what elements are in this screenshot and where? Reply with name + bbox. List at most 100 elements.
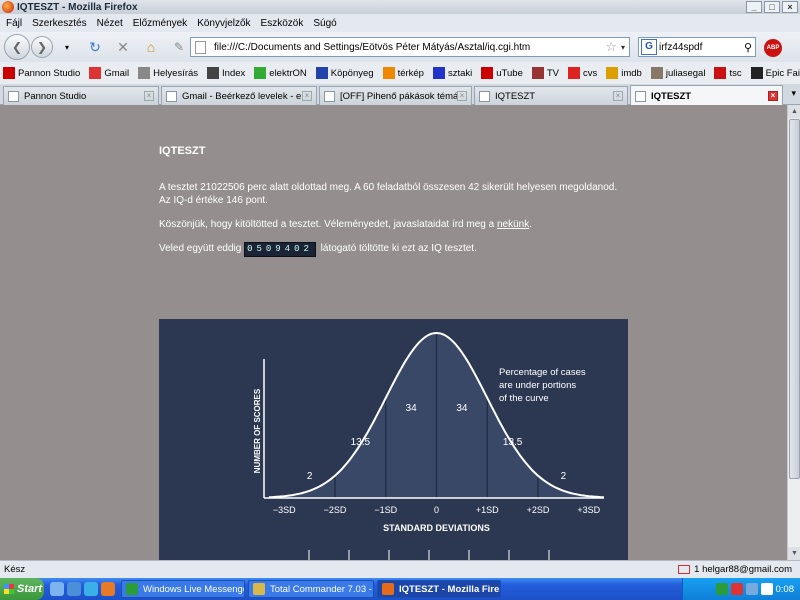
- gmail-icon: [89, 67, 102, 79]
- scroll-thumb[interactable]: [789, 119, 800, 479]
- bookmark-label: tsc: [729, 67, 742, 79]
- tab-close-icon[interactable]: ×: [613, 91, 623, 101]
- counter-suffix: látogató töltötte ki ezt az IQ tesztet.: [317, 243, 477, 254]
- tab[interactable]: IQTESZT ×: [474, 86, 628, 105]
- index-icon: [207, 67, 220, 79]
- windows-logo-icon: [4, 584, 14, 594]
- search-icon[interactable]: ⚲: [744, 41, 752, 54]
- antivirus-tray-icon[interactable]: [730, 583, 743, 595]
- tab-label: Pannon Studio: [24, 90, 87, 102]
- network-tray-icon[interactable]: [745, 583, 758, 595]
- bookmark-item[interactable]: sztaki: [432, 67, 472, 79]
- visitor-counter: 0509402: [244, 242, 316, 257]
- close-button[interactable]: ×: [782, 1, 798, 13]
- bookmark-item[interactable]: imdb: [606, 67, 642, 79]
- bookmark-item[interactable]: cvs: [568, 67, 597, 79]
- bookmark-item[interactable]: Index: [207, 67, 245, 79]
- show-desktop-icon[interactable]: [50, 582, 64, 596]
- tab-list-icon[interactable]: ▾: [791, 88, 796, 99]
- taskbar-button-label: Total Commander 7.03 - ...: [270, 583, 374, 595]
- bookmark-item[interactable]: TV: [531, 67, 559, 79]
- menu-file[interactable]: Fájl: [6, 18, 22, 29]
- history-dropdown-icon[interactable]: ▾: [57, 37, 77, 57]
- bookmark-item[interactable]: elektrON: [254, 67, 307, 79]
- x-tick-label: +3SD: [577, 505, 600, 515]
- x-tick-label: +2SD: [527, 505, 550, 515]
- url-text[interactable]: file:///C:/Documents and Settings/Eötvös…: [214, 42, 605, 53]
- bookmark-item[interactable]: térkép: [382, 67, 424, 79]
- bookmark-item[interactable]: tsc: [714, 67, 742, 79]
- menu-help[interactable]: Súgó: [313, 18, 336, 29]
- messenger-tray-icon[interactable]: [715, 583, 728, 595]
- skype-icon[interactable]: [84, 582, 98, 596]
- tab[interactable]: Gmail - Beérkező levelek - e... ×: [161, 86, 317, 105]
- search-engine-icon[interactable]: G: [641, 39, 657, 55]
- menu-edit[interactable]: Szerkesztés: [32, 18, 86, 29]
- bookmark-item[interactable]: Köpönyeg: [315, 67, 374, 79]
- menu-view[interactable]: Nézet: [97, 18, 123, 29]
- scroll-down-icon[interactable]: ▼: [788, 547, 800, 560]
- internet-explorer-icon[interactable]: [67, 582, 81, 596]
- visitor-counter-text: Veled együtt eddig 0509402 látogató tölt…: [159, 242, 629, 257]
- home-icon[interactable]: ⌂: [141, 37, 161, 57]
- x-tick-label: −3SD: [273, 505, 296, 515]
- volume-tray-icon[interactable]: [760, 583, 773, 595]
- firefox-icon: [2, 1, 14, 13]
- tab-close-icon[interactable]: ×: [302, 91, 312, 101]
- bookmark-star-icon[interactable]: ☆: [605, 39, 617, 55]
- bookmark-item[interactable]: juliasegal: [650, 67, 705, 79]
- maximize-button[interactable]: □: [764, 1, 780, 13]
- contact-link[interactable]: nekünk: [497, 219, 529, 230]
- bookmark-item[interactable]: uTube: [481, 67, 523, 79]
- back-button[interactable]: ❮: [4, 34, 30, 60]
- bookmark-label: Index: [222, 67, 246, 79]
- imdb-icon: [606, 67, 619, 79]
- url-bar[interactable]: file:///C:/Documents and Settings/Eötvös…: [190, 37, 630, 57]
- bookmark-item[interactable]: Helyesírás: [138, 67, 198, 79]
- tab-favicon-icon: [635, 90, 646, 102]
- bookmark-label: TV: [546, 67, 559, 79]
- taskbar-button[interactable]: IQTESZT - Mozilla Fire...: [377, 580, 501, 598]
- start-button[interactable]: Start: [0, 578, 44, 600]
- x-axis-title: STANDARD DEVIATIONS: [383, 523, 490, 533]
- minimize-button[interactable]: _: [746, 1, 762, 13]
- quick-launch: [50, 582, 118, 596]
- tab-close-icon[interactable]: ×: [457, 91, 467, 101]
- scroll-up-icon[interactable]: ▲: [788, 105, 800, 118]
- bookmark-item[interactable]: Gmail: [89, 67, 129, 79]
- menu-history[interactable]: Előzmények: [133, 18, 187, 29]
- sztaki-icon: [432, 67, 445, 79]
- url-dropdown-icon[interactable]: ▾: [621, 43, 625, 52]
- firefox-launch-icon[interactable]: [101, 582, 115, 596]
- menu-tools[interactable]: Eszközök: [261, 18, 304, 29]
- segment-percentage-label: 2: [561, 471, 567, 482]
- taskbar-button[interactable]: Total Commander 7.03 - ...: [248, 580, 374, 598]
- counter-prefix: Veled együtt eddig: [159, 243, 245, 254]
- menu-bookmarks[interactable]: Könyvjelzők: [197, 18, 250, 29]
- tools-icon[interactable]: ✎: [169, 37, 189, 57]
- stop-icon[interactable]: ✕: [113, 37, 133, 57]
- bell-curve-chart: 2 13.5 34 34 13.5 2 −3SD −2SD −1SD 0 +1SD +2SD +3SD S…: [159, 319, 628, 560]
- tab-bar: ▾ Pannon Studio × Gmail - Beérkező levelek…: [0, 84, 800, 106]
- map-icon: [382, 67, 395, 79]
- bookmark-label: cvs: [583, 67, 598, 79]
- tab-close-icon[interactable]: ×: [768, 91, 778, 101]
- bookmark-item[interactable]: Pannon Studio: [3, 67, 80, 79]
- taskbar-button[interactable]: Windows Live Messenger: [121, 580, 245, 598]
- tab[interactable]: Pannon Studio ×: [3, 86, 159, 105]
- gmail-notifier[interactable]: 1 helgar88@gmail.com: [678, 564, 792, 575]
- forward-button[interactable]: ❯: [31, 36, 53, 58]
- window-title: IQTESZT - Mozilla Firefox: [17, 1, 138, 13]
- reload-icon[interactable]: ↻: [85, 37, 105, 57]
- tab-favicon-icon: [8, 90, 19, 102]
- bookmark-item[interactable]: Epic Fail: [750, 67, 800, 79]
- adblock-icon[interactable]: ABP: [764, 39, 782, 57]
- search-input[interactable]: irfz44spdf: [659, 42, 744, 53]
- tab-favicon-icon: [324, 90, 335, 102]
- tab[interactable]: IQTESZT ×: [630, 85, 783, 106]
- search-bar[interactable]: G irfz44spdf ⚲: [638, 37, 756, 57]
- tab-close-icon[interactable]: ×: [144, 91, 154, 101]
- vertical-scrollbar[interactable]: ▲ ▼: [787, 105, 800, 560]
- tab[interactable]: [OFF] Pihenő pákások témáj... ×: [319, 86, 472, 105]
- bookmark-label: Gmail: [104, 67, 130, 79]
